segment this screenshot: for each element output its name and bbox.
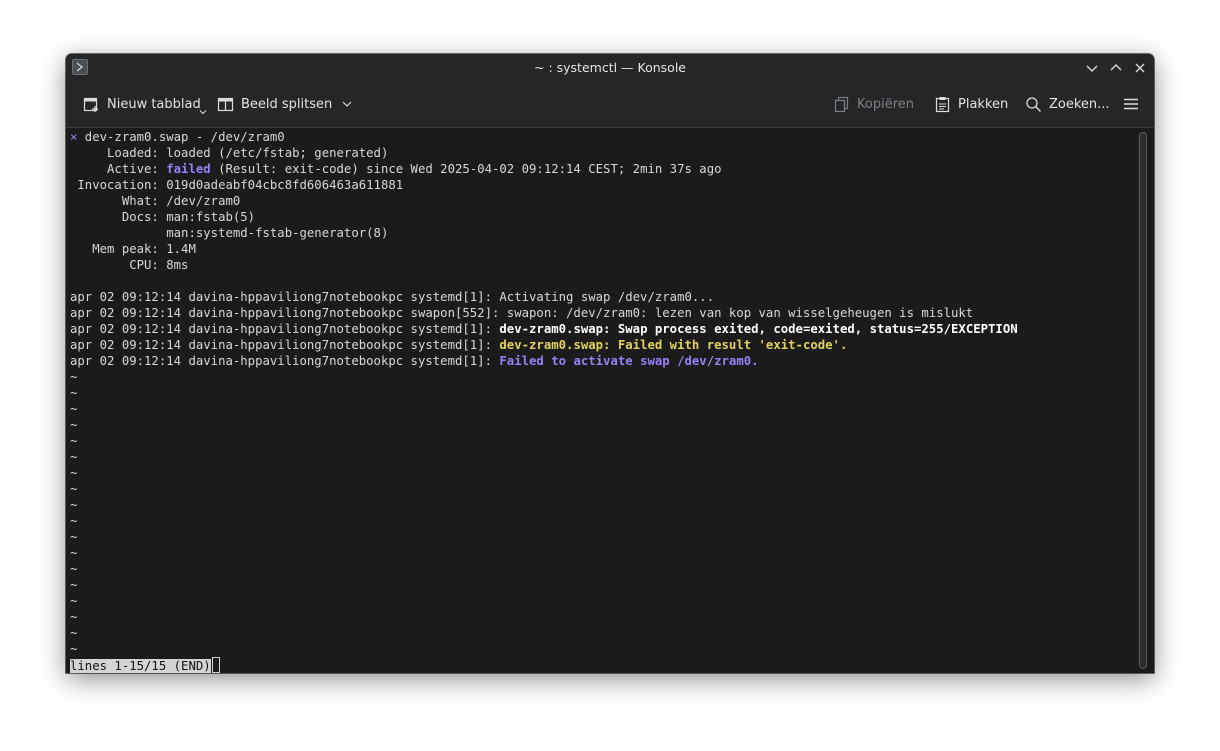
tilde-line: ~ — [70, 434, 78, 448]
unit-header-line: × dev-zram0.swap - /dev/zram0 — [70, 129, 285, 145]
tilde-line: ~ — [70, 594, 78, 608]
copy-label: Kopiëren — [857, 96, 914, 112]
chevron-down-icon — [199, 110, 207, 115]
close-button[interactable] — [1131, 59, 1149, 77]
what-line: What: /dev/zram0 — [70, 194, 241, 208]
terminal-cursor — [211, 657, 220, 673]
title-bar: ~ : systemctl — Konsole — [66, 54, 1154, 81]
tilde-line: ~ — [70, 402, 78, 416]
log-line: apr 02 09:12:14 davina-hppaviliong7noteb… — [70, 290, 715, 304]
tilde-line: ~ — [70, 450, 78, 464]
unit-header-text: dev-zram0.swap - /dev/zram0 — [77, 130, 285, 144]
paste-button[interactable]: Plakken — [934, 81, 1008, 127]
docs-line: Docs: man:fstab(5) — [70, 210, 256, 224]
chevron-down-icon — [342, 101, 352, 107]
loaded-line: Loaded: loaded (/etc/fstab; generated) — [70, 146, 389, 160]
tilde-line: ~ — [70, 418, 78, 432]
log-line: apr 02 09:12:14 davina-hppaviliong7noteb… — [70, 337, 847, 353]
log-line: apr 02 09:12:14 davina-hppaviliong7noteb… — [70, 306, 974, 320]
tilde-line: ~ — [70, 610, 78, 624]
log-message: dev-zram0.swap: Swap process exited, cod… — [499, 322, 1018, 336]
tilde-line: ~ — [70, 498, 78, 512]
invocation-line: Invocation: 019d0adeabf04cbc8fd606463a61… — [70, 178, 404, 192]
konsole-window: ~ : systemctl — Konsole Nieuw tabblad Be… — [66, 54, 1154, 673]
scrollbar-thumb[interactable] — [1139, 132, 1147, 669]
log-prefix: apr 02 09:12:14 davina-hppaviliong7noteb… — [70, 322, 500, 336]
tilde-line: ~ — [70, 562, 78, 576]
cpu-line: CPU: 8ms — [70, 258, 189, 272]
active-label: Active: — [70, 162, 167, 176]
tilde-line: ~ — [70, 530, 78, 544]
copy-button[interactable]: Kopiëren — [833, 81, 914, 127]
new-tab-button[interactable]: Nieuw tabblad — [83, 81, 207, 127]
close-icon — [1135, 63, 1145, 73]
tilde-line: ~ — [70, 626, 78, 640]
tilde-line: ~ — [70, 546, 78, 560]
pager-status: lines 1-15/15 (END) — [70, 659, 211, 673]
log-line: apr 02 09:12:14 davina-hppaviliong7noteb… — [70, 321, 1018, 337]
log-prefix: apr 02 09:12:14 davina-hppaviliong7noteb… — [70, 354, 500, 368]
tilde-line: ~ — [70, 482, 78, 496]
new-tab-label: Nieuw tabblad — [107, 96, 201, 112]
search-icon — [1026, 96, 1041, 112]
tilde-line: ~ — [70, 642, 78, 656]
chevron-up-icon — [1110, 64, 1122, 71]
find-button[interactable]: Zoeken... — [1025, 81, 1110, 127]
minimize-button[interactable] — [1083, 59, 1101, 77]
log-line: apr 02 09:12:14 davina-hppaviliong7noteb… — [70, 353, 759, 369]
split-view-label: Beeld splitsen — [241, 96, 333, 112]
scrollbar[interactable] — [1134, 128, 1154, 673]
find-label: Zoeken... — [1049, 96, 1110, 112]
pager-status-line: lines 1-15/15 (END) — [70, 657, 220, 673]
chevron-down-icon — [1086, 65, 1098, 72]
split-view-icon — [217, 97, 234, 111]
hamburger-menu-icon — [1124, 98, 1138, 110]
active-detail: (Result: exit-code) since Wed 2025-04-02… — [210, 162, 722, 176]
paste-label: Plakken — [958, 96, 1009, 112]
tilde-line: ~ — [70, 578, 78, 592]
tilde-line: ~ — [70, 386, 78, 400]
log-message: Failed to activate swap /dev/zram0. — [499, 354, 759, 368]
maximize-button[interactable] — [1107, 59, 1125, 77]
toolbar: Nieuw tabblad Beeld splitsen Kopiëren Pl… — [66, 81, 1154, 128]
active-state-failed: failed — [166, 162, 211, 176]
paste-icon — [935, 96, 950, 112]
log-message: dev-zram0.swap: Failed with result 'exit… — [499, 338, 848, 352]
active-line: Active: failed (Result: exit-code) since… — [70, 161, 722, 177]
main-menu-button[interactable] — [1122, 81, 1140, 127]
tilde-line: ~ — [70, 466, 78, 480]
window-title: ~ : systemctl — Konsole — [534, 60, 686, 75]
log-prefix: apr 02 09:12:14 davina-hppaviliong7noteb… — [70, 338, 500, 352]
new-tab-icon — [83, 97, 98, 112]
docs-line-2: man:systemd-fstab-generator(8) — [70, 226, 389, 240]
tilde-line: ~ — [70, 514, 78, 528]
copy-icon — [834, 96, 849, 112]
split-view-button[interactable]: Beeld splitsen — [217, 81, 353, 127]
mem-peak-line: Mem peak: 1.4M — [70, 242, 196, 256]
terminal-output[interactable]: × dev-zram0.swap - /dev/zram0 Loaded: lo… — [66, 128, 1134, 673]
tilde-line: ~ — [70, 370, 78, 384]
